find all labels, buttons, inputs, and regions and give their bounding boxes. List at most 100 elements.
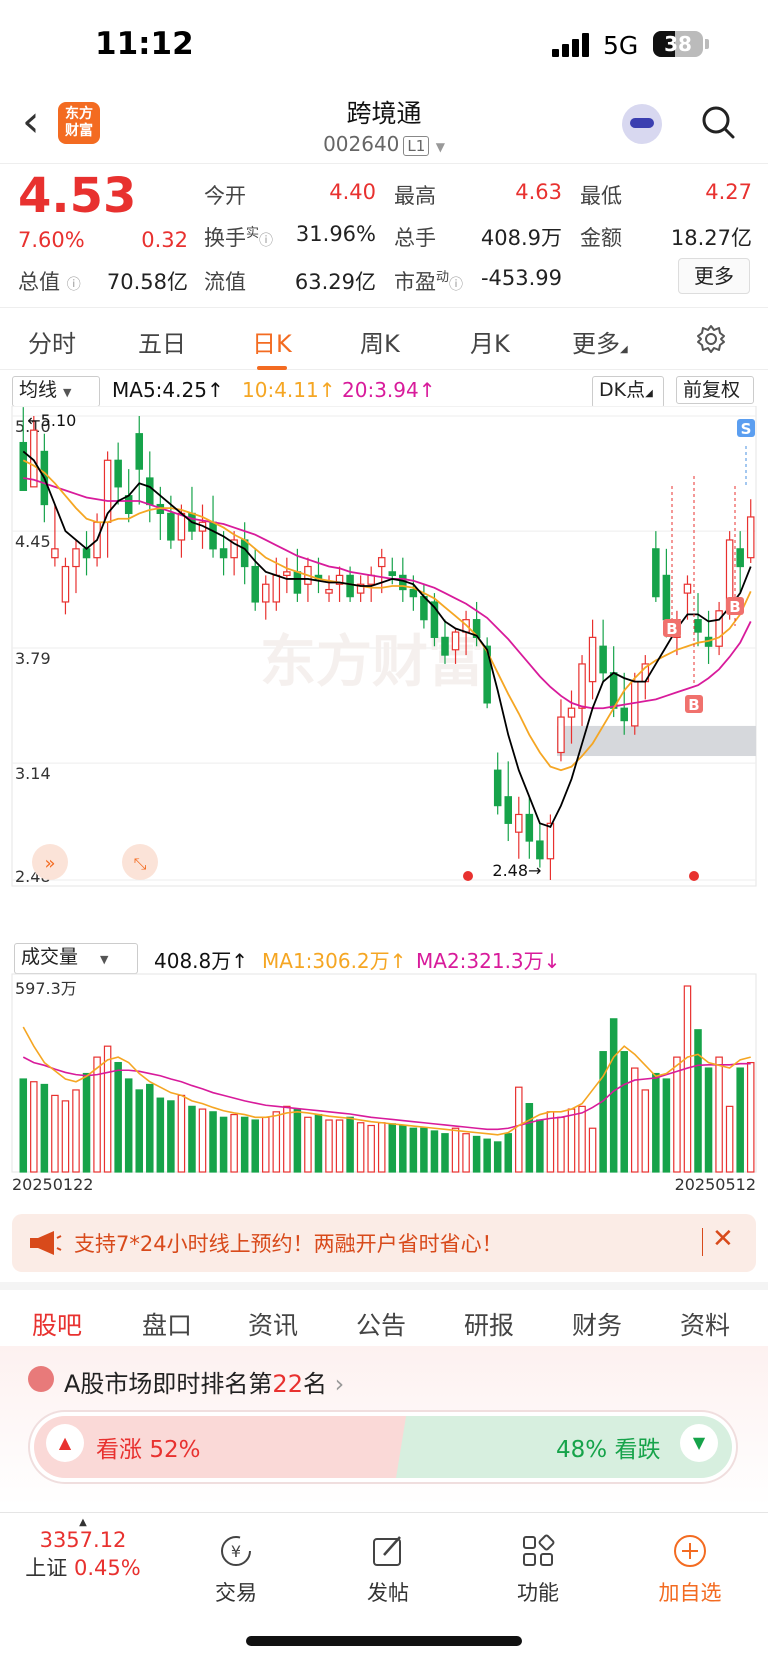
nav-functions[interactable]: 功能 <box>488 1531 588 1607</box>
edit-icon <box>373 1536 401 1566</box>
candle-body <box>51 548 59 559</box>
more-quote-button[interactable]: 更多 <box>678 258 750 294</box>
network-label: 5G <box>603 31 639 60</box>
candle-body <box>746 516 755 559</box>
volume-bar <box>409 1127 418 1173</box>
volume-chart[interactable]: 597.3万 20250122 20250512 <box>0 972 768 1194</box>
battery-nub <box>705 39 709 49</box>
volume-bar <box>430 1130 439 1173</box>
adjust-select[interactable]: 前复权 <box>676 376 754 404</box>
tab-monthly-k[interactable]: 月K <box>470 324 510 359</box>
candle-body <box>451 631 460 651</box>
float-label: 流值 <box>204 270 246 294</box>
assistant-robot-icon[interactable] <box>622 104 662 144</box>
candle-body <box>61 565 70 603</box>
tab-research[interactable]: 研报 <box>464 1306 514 1342</box>
battery-level: 38 <box>664 32 692 56</box>
volume-bar <box>219 1116 228 1173</box>
volume-value: 408.9万 <box>480 226 562 250</box>
volume-bar <box>114 1061 122 1173</box>
tab-more[interactable]: 更多◢ <box>572 324 628 359</box>
candle-body <box>377 557 386 568</box>
expand-icon: ⤡ <box>134 854 147 873</box>
candle-body <box>525 813 534 842</box>
index-row: 上证 0.45% <box>25 1556 141 1580</box>
volume-bar <box>536 1119 544 1173</box>
volume-bar <box>630 1067 639 1173</box>
volume-bar <box>399 1124 407 1173</box>
y-tick-label: 3.79 <box>15 649 51 668</box>
search-icon[interactable] <box>700 104 736 140</box>
volume-bar <box>209 1111 217 1173</box>
tab-news[interactable]: 资讯 <box>248 1306 298 1342</box>
change-pct: 7.60% <box>18 228 85 252</box>
tab-profile[interactable]: 资料 <box>680 1306 730 1342</box>
vote-bar: ▲ 看涨 52% 48% 看跌 ▼ <box>30 1412 736 1482</box>
tab-finance[interactable]: 财务 <box>572 1306 622 1342</box>
volume-indicator-select[interactable]: 成交量 ▼ <box>14 943 138 974</box>
open-value: 4.40 <box>329 180 376 204</box>
candle-body <box>167 512 175 541</box>
tab-guba[interactable]: 股吧 <box>32 1306 82 1350</box>
nav-add-watchlist[interactable]: 加自选 <box>640 1531 740 1607</box>
tab-intraday[interactable]: 分时 <box>28 324 76 359</box>
caret-up-icon: ▲ <box>79 1517 87 1528</box>
amount-label: 金额 <box>580 226 622 250</box>
battery-icon: 38 <box>653 31 703 57</box>
volume-bar <box>283 1105 291 1173</box>
pe-label: 市盈动ⓘ <box>394 270 464 294</box>
candle-body <box>557 716 565 754</box>
promo-banner[interactable]: 支持7*24小时线上预约！两融开户省时省心！ ✕ <box>12 1214 756 1272</box>
add-circle-icon <box>674 1535 706 1567</box>
volume-bar <box>82 1072 91 1173</box>
indicator-select[interactable]: 均线 ▼ <box>12 376 100 407</box>
gear-icon[interactable] <box>696 324 726 354</box>
date-end-label: 20250512 <box>675 1175 756 1194</box>
tab-five-day[interactable]: 五日 <box>138 324 186 359</box>
nav-trade[interactable]: ¥ 交易 <box>186 1531 286 1607</box>
close-icon[interactable]: ✕ <box>712 1224 734 1254</box>
date-start-label: 20250122 <box>12 1175 93 1194</box>
ma20-value: 20:3.94↑ <box>342 378 436 402</box>
index-ticker[interactable]: ▲ 3357.12 上证 0.45% <box>18 1517 148 1582</box>
volume-bar <box>599 1051 607 1173</box>
clock: 11:12 <box>95 26 194 62</box>
volume-bar <box>304 1116 312 1173</box>
signal-icon <box>552 33 592 57</box>
candle-body <box>219 548 228 559</box>
rank-title[interactable]: A股市场即时排名第22名 › <box>64 1364 344 1399</box>
tab-announcement[interactable]: 公告 <box>356 1306 406 1342</box>
nav-post[interactable]: 发帖 <box>338 1531 438 1607</box>
volume-bar <box>135 1089 144 1173</box>
candle-body <box>567 707 576 718</box>
mktcap-value: 70.58亿 <box>106 270 188 294</box>
volume-label: 总手 <box>394 226 436 250</box>
ma10-value: 10:4.11↑ <box>242 378 336 402</box>
candle-body <box>388 571 397 576</box>
tab-daily-k[interactable]: 日K <box>252 324 292 370</box>
volume-bar <box>72 1089 80 1173</box>
volume-bar <box>694 1029 702 1173</box>
sell-marker-text: S <box>741 420 752 438</box>
candle-body <box>546 822 555 860</box>
tab-weekly-k[interactable]: 周K <box>360 324 400 359</box>
volume-bar <box>515 1086 523 1173</box>
bullish-button[interactable] <box>34 1416 414 1478</box>
rank-chart-icon <box>28 1366 54 1392</box>
level-badge: L1 <box>403 136 430 156</box>
candle-body <box>325 588 333 594</box>
svg-text:¥: ¥ <box>231 1542 241 1561</box>
dk-point-select[interactable]: DK点◢ <box>592 376 664 408</box>
volume-value: 408.8万↑ <box>154 949 249 973</box>
tab-pankou[interactable]: 盘口 <box>142 1306 192 1342</box>
candle-body <box>240 539 249 568</box>
candle-body <box>493 769 502 807</box>
stock-header: ‹ 东方 财富 跨境通 002640 L1 ▼ <box>0 92 768 164</box>
kline-chart[interactable]: 5.104.453.793.142.48东方财富←5.102.48→BBBS» ⤡ <box>0 406 768 941</box>
high-label: 最高 <box>394 184 436 208</box>
volume-bar <box>293 1108 302 1173</box>
volume-bar <box>388 1123 397 1173</box>
banner-divider <box>702 1228 703 1256</box>
volume-bar <box>156 1097 165 1173</box>
watermark: 东方财富 <box>260 630 484 695</box>
